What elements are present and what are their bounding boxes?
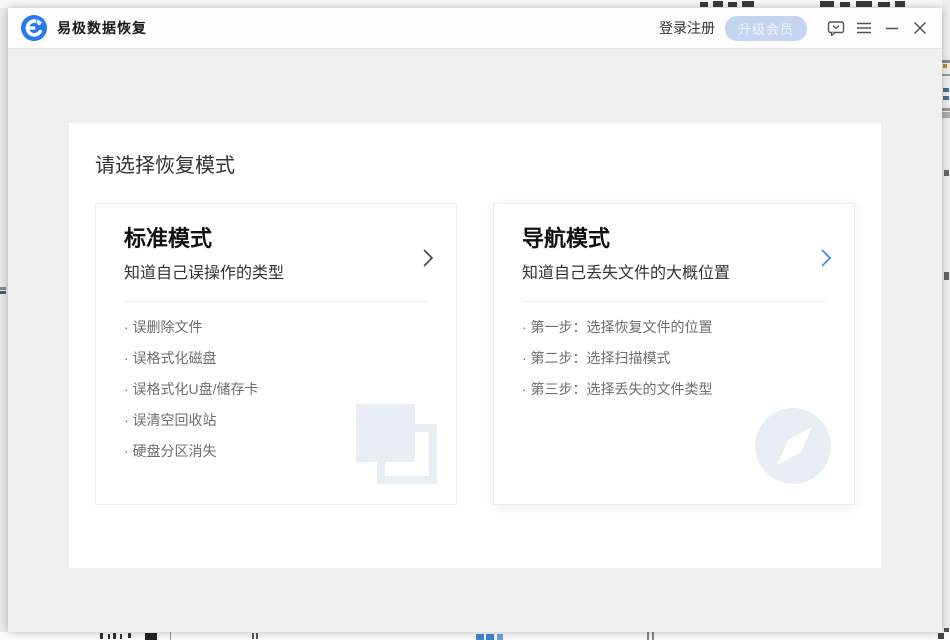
recovery-mode-panel: 请选择恢复模式 标准模式 知道自己误操作的类型 · 误删除文件 · 误格式化磁盘 [69, 123, 881, 568]
minimize-icon[interactable] [883, 19, 901, 37]
panel-heading: 请选择恢复模式 [69, 123, 881, 178]
upgrade-member-button[interactable]: 升级会员 [725, 16, 807, 41]
desktop-background-bottom [0, 632, 950, 640]
card-title: 标准模式 [124, 224, 428, 254]
desktop-fragment-left [0, 287, 6, 290]
card-divider [522, 301, 826, 302]
list-item: · 误格式化U盘/储存卡 [124, 374, 428, 405]
list-item: · 第三步：选择丢失的文件类型 [522, 374, 826, 405]
card-standard-mode[interactable]: 标准模式 知道自己误操作的类型 · 误删除文件 · 误格式化磁盘 · 误格式化U… [95, 203, 457, 505]
list-item: · 第二步：选择扫描模式 [522, 343, 826, 374]
desktop-background-right [942, 0, 950, 640]
chevron-right-icon[interactable] [820, 248, 832, 273]
card-list: · 第一步：选择恢复文件的位置 · 第二步：选择扫描模式 · 第三步：选择丢失的… [522, 312, 826, 405]
login-register-link[interactable]: 登录注册 [659, 18, 715, 38]
list-item: · 误格式化磁盘 [124, 343, 428, 374]
app-window: 易极数据恢复 登录注册 升级会员 [8, 8, 942, 632]
card-navigation-mode[interactable]: 导航模式 知道自己丢失文件的大概位置 · 第一步：选择恢复文件的位置 · 第二步… [493, 203, 855, 505]
card-subtitle: 知道自己误操作的类型 [124, 263, 428, 285]
main-content: 请选择恢复模式 标准模式 知道自己误操作的类型 · 误删除文件 · 误格式化磁盘 [8, 50, 942, 632]
copy-squares-icon [356, 404, 458, 506]
desktop-background-top [0, 0, 950, 8]
close-icon[interactable] [911, 19, 929, 37]
mode-cards: 标准模式 知道自己误操作的类型 · 误删除文件 · 误格式化磁盘 · 误格式化U… [95, 203, 855, 505]
app-title: 易极数据恢复 [57, 18, 147, 38]
menu-icon[interactable] [855, 19, 873, 37]
list-item: · 第一步：选择恢复文件的位置 [522, 312, 826, 343]
list-item: · 误删除文件 [124, 312, 428, 343]
desktop-fragment-left2 [0, 291, 6, 294]
card-divider [124, 301, 428, 302]
compass-icon [755, 408, 831, 484]
titlebar: 易极数据恢复 登录注册 升级会员 [8, 8, 942, 49]
chevron-right-icon[interactable] [422, 248, 434, 273]
app-logo-icon [21, 15, 47, 41]
card-subtitle: 知道自己丢失文件的大概位置 [522, 263, 826, 285]
feedback-icon[interactable] [827, 19, 845, 37]
card-title: 导航模式 [522, 224, 826, 254]
titlebar-actions: 登录注册 升级会员 [659, 16, 929, 41]
